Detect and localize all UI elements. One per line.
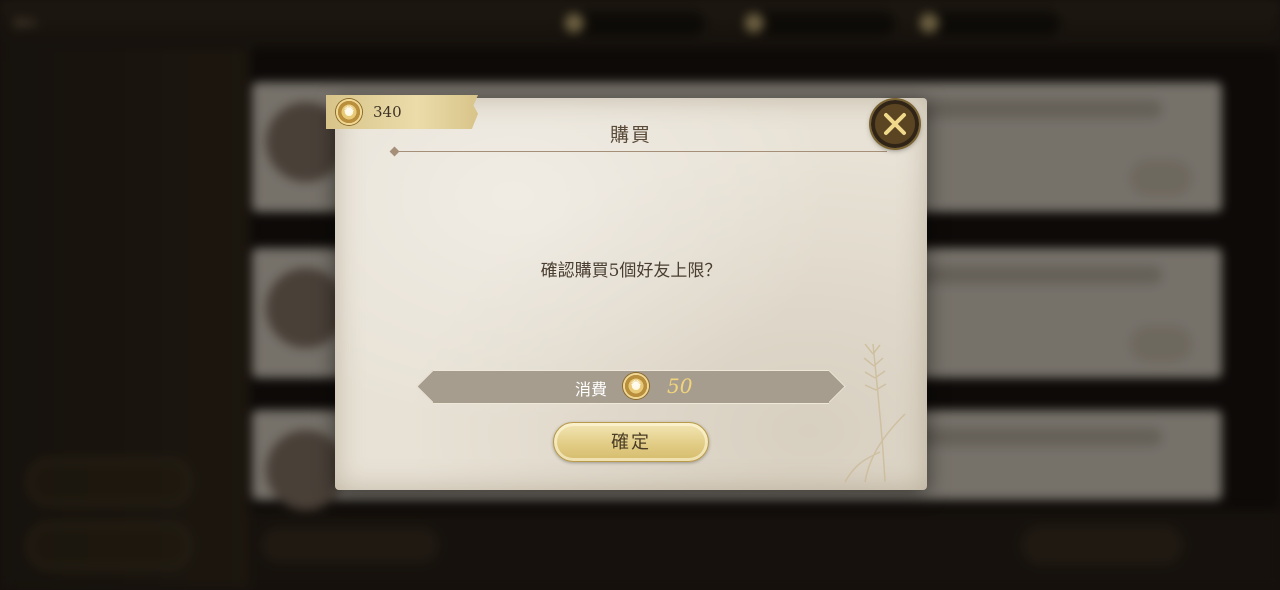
gold-coin-icon bbox=[336, 99, 362, 125]
gold-coin-icon bbox=[623, 373, 649, 399]
wheat-ornament-icon bbox=[844, 343, 906, 483]
cost-label: 消費 bbox=[575, 380, 608, 399]
close-icon bbox=[884, 113, 906, 135]
cost-value: 50 bbox=[667, 374, 693, 398]
confirm-message: 確認購買5個好友上限？ bbox=[540, 261, 722, 281]
close-button[interactable] bbox=[871, 100, 919, 148]
purchase-dialog: 購買 確認購買5個好友上限？ 消費 50 確定 bbox=[335, 98, 927, 490]
title-divider bbox=[395, 151, 887, 152]
confirm-button[interactable]: 確定 bbox=[553, 422, 709, 462]
currency-balance: 340 bbox=[326, 95, 478, 129]
cost-bar: 消費 50 bbox=[433, 370, 829, 404]
currency-amount: 340 bbox=[373, 103, 402, 121]
